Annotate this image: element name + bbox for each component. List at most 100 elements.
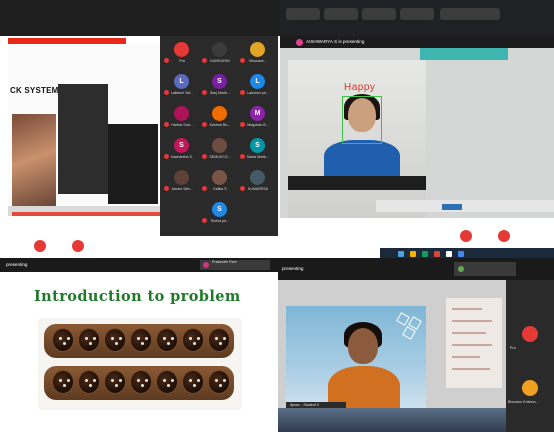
participant-tile[interactable]: Janani Seb...: [164, 168, 200, 196]
board-seed: [189, 379, 192, 382]
board-seed: [197, 337, 200, 340]
presenter-video: Happy: [280, 48, 554, 218]
camera-feed: Happy: [288, 60, 426, 218]
presenter-name: Prakavath Ram: [212, 260, 237, 264]
taskbar-app-icon[interactable]: [410, 251, 416, 257]
board-seed: [141, 384, 144, 387]
board-pit: [52, 328, 74, 352]
board-seed: [193, 384, 196, 387]
camera-off-button[interactable]: [72, 240, 84, 252]
board-seed: [63, 384, 66, 387]
browser-tab[interactable]: [440, 8, 500, 20]
board-seed: [145, 379, 148, 382]
participant-tile[interactable]: S Sneha pri...: [202, 200, 238, 228]
participant-name: KUMARESA: [247, 187, 269, 191]
board-seed: [85, 337, 88, 340]
board-pit: [78, 328, 100, 352]
board-seed: [59, 379, 62, 382]
board-pit: [208, 328, 230, 352]
face-detection-box: [342, 96, 382, 144]
meeting-collage: CK SYSTEM Pra KAVIKAYAN Bhuvane... L Lakshmi…: [0, 0, 554, 432]
meeting-panel-bottom-right: presenting Apoor... Student 3 Pra Bhuvan…: [278, 258, 554, 432]
participant-avatar: [250, 170, 265, 185]
participant-tile[interactable]: Krishna Ru...: [202, 104, 238, 132]
emotion-label: Happy: [344, 82, 376, 93]
stop-sharing-button[interactable]: [442, 204, 462, 210]
participant-tile[interactable]: SEMUVCO...: [202, 136, 238, 164]
taskbar-app-icon[interactable]: [398, 251, 404, 257]
sheet-line: [452, 344, 492, 346]
board-seed: [219, 384, 222, 387]
taskbar-app-icon[interactable]: [446, 251, 452, 257]
board-seed: [163, 337, 166, 340]
mic-off-button[interactable]: [34, 240, 46, 252]
participant-tile[interactable]: L Lakshmi pri...: [240, 72, 276, 100]
participant-name: Bhuvane...: [249, 59, 267, 63]
participant-tile[interactable]: S Nachantha S.: [164, 136, 200, 164]
meeting-controls: [0, 236, 280, 258]
camera-off-button[interactable]: [498, 230, 510, 242]
board-seed: [111, 337, 114, 340]
participant-name: KAVIKAYAN: [210, 59, 230, 63]
participant-name: Sneha pri...: [210, 219, 230, 223]
sheet-line: [452, 308, 482, 310]
board-seed: [59, 337, 62, 340]
browser-tab[interactable]: [362, 8, 396, 20]
browser-tab[interactable]: [324, 8, 358, 20]
board-seed: [193, 342, 196, 345]
participant-name: SEMUVCO...: [209, 155, 231, 159]
participant-tile[interactable]: KUMARESA: [240, 168, 276, 196]
participant-name: Nachantha S.: [171, 155, 193, 159]
participant-tile[interactable]: KAVIKAYAN: [202, 40, 238, 68]
taskbar-app-icon[interactable]: [422, 251, 428, 257]
participant-name: Kalika S: [213, 187, 227, 191]
browser-tab[interactable]: [286, 8, 320, 20]
person-body: [324, 140, 400, 180]
board-seed: [141, 342, 144, 345]
board-pit: [104, 328, 126, 352]
board-pit: [104, 370, 126, 394]
participant-name: Lakshmi Sel...: [170, 91, 194, 95]
slide-photo: [12, 114, 56, 214]
participant-name: Harhar Sud...: [171, 123, 193, 127]
sheet-line: [452, 368, 490, 370]
board-pit: [130, 370, 152, 394]
meeting-panel-top-right: AISHWARYA S is presenting Happy: [280, 0, 554, 262]
participant-tile[interactable]: M Meguban B...: [240, 104, 276, 132]
participant-tile[interactable]: Bhuvane...: [240, 40, 276, 68]
background-mountains: [278, 408, 506, 432]
sheet-line: [452, 320, 492, 322]
participant-tile[interactable]: Harhar Sud...: [164, 104, 200, 132]
participant-tile[interactable]: Kalika S: [202, 168, 238, 196]
participant-avatar: M: [250, 106, 265, 121]
participant-avatar: S: [212, 202, 227, 217]
board-seed: [115, 342, 118, 345]
mic-off-button[interactable]: [460, 230, 472, 242]
board-seed: [85, 379, 88, 382]
participant-avatar: [174, 42, 189, 57]
participant-avatar: L: [250, 74, 265, 89]
meeting-panel-bottom-left: presenting Prakavath Ram Introduction to…: [0, 258, 278, 432]
participant-tile[interactable]: S Santa Murth...: [240, 136, 276, 164]
participant-tile[interactable]: L Lakshmi Sel...: [164, 72, 200, 100]
mancala-board-image: [38, 318, 242, 410]
camera-feed-footer: [288, 176, 426, 190]
participant-tile[interactable]: Pra: [164, 40, 200, 68]
board-pit: [182, 328, 204, 352]
board-pit: [78, 370, 100, 394]
board-seed: [167, 384, 170, 387]
board-seed: [89, 342, 92, 345]
taskbar-app-icon[interactable]: [458, 251, 464, 257]
participant-name: Lakshmi pri...: [247, 91, 269, 95]
slide-heading: Introduction to problem: [34, 288, 241, 305]
board-seed: [115, 384, 118, 387]
participant-tile[interactable]: S Sanj Murth...: [202, 72, 238, 100]
browser-tab[interactable]: [400, 8, 434, 20]
slide-dark-block: [58, 84, 108, 194]
participant-avatar: [212, 170, 227, 185]
presenter-avatar: [203, 262, 209, 268]
shared-screen: [8, 44, 160, 216]
participant-name: Krishna Ru...: [209, 123, 231, 127]
taskbar-app-icon[interactable]: [434, 251, 440, 257]
participant-sidebar: Pra Bhuvane Krishna...: [506, 280, 554, 432]
